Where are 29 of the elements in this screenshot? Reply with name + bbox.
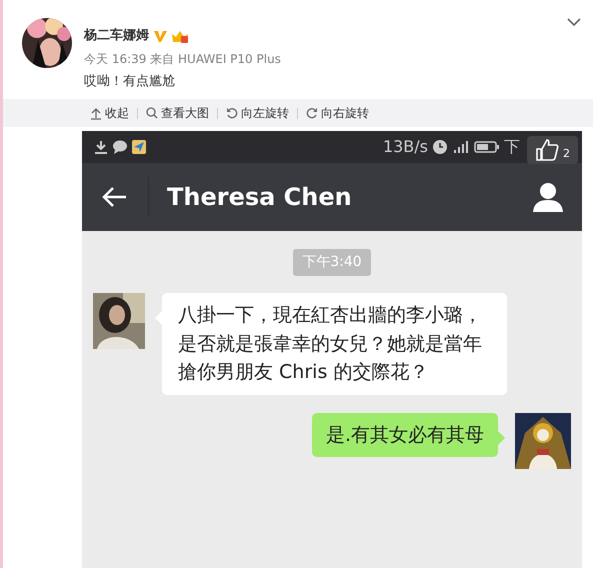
toolbar-button[interactable]: 向左旋转 [218, 104, 297, 122]
battery-icon [474, 140, 500, 154]
bubble-tail [498, 430, 505, 444]
message-bubble: 八掛一下，現在紅杏出牆的李小璐，是否就是張韋幸的女兒？她就是當年搶你男朋友 Chris 的交際花？ [162, 293, 507, 394]
chat-title: Theresa Chen [167, 182, 353, 213]
network-speed: 13B/s [382, 136, 428, 158]
message-bubble: 是.有其女必有其母 [312, 412, 498, 457]
like-button[interactable]: 2 [527, 136, 578, 164]
alarm-icon [432, 139, 448, 155]
signal-icon [452, 140, 470, 154]
rotate-right-icon [306, 106, 318, 120]
status-time: 下 [504, 136, 520, 158]
profile-icon[interactable] [532, 182, 564, 212]
toolbar-button[interactable]: 查看大图 [138, 104, 217, 122]
toolbar-button[interactable]: 向右旋转 [298, 104, 377, 122]
toolbar-button[interactable]: 收起 [82, 104, 137, 122]
author-name[interactable]: 杨二车娜姆 [84, 26, 149, 46]
search-icon [146, 106, 158, 120]
post-text: 哎呦！有点尴尬 [84, 72, 176, 90]
message-timestamp: 下午3:40 [293, 249, 371, 276]
post-meta: 今天 16:39 来自 HUAWEI P10 Plus [84, 50, 281, 68]
chat-bubble-icon [112, 140, 128, 154]
rotate-left-icon [226, 106, 238, 120]
download-icon [94, 140, 108, 154]
app-icon [132, 140, 146, 154]
thumbs-up-icon [535, 138, 559, 162]
dropdown-chevron-icon[interactable] [567, 18, 581, 27]
back-arrow-icon[interactable] [102, 186, 128, 208]
collapse-icon [90, 106, 102, 120]
